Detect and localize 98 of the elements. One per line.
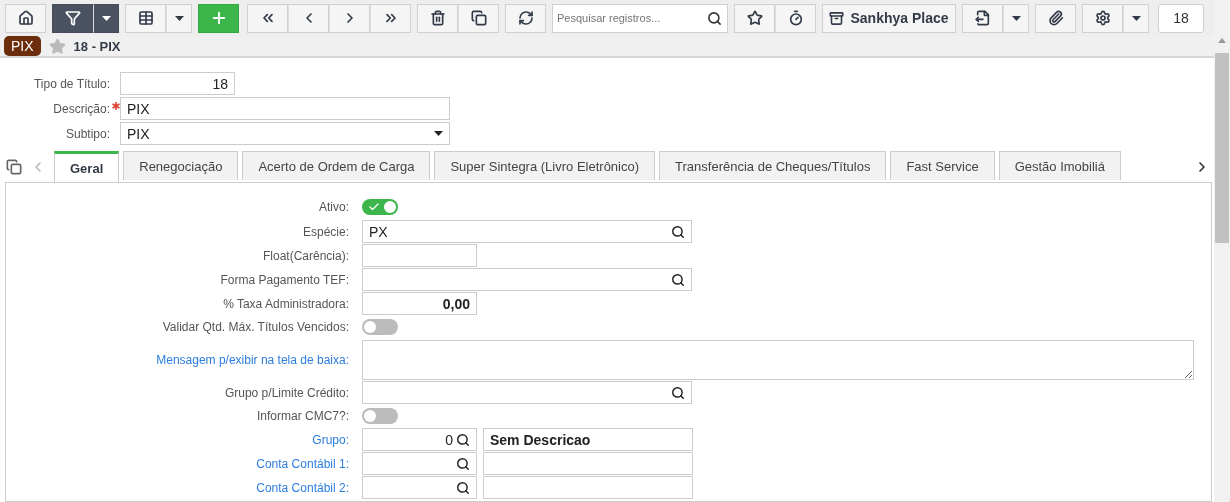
tab[interactable]: Geral	[54, 151, 120, 182]
settings-menu-button[interactable]	[1123, 3, 1149, 33]
duplicate-button[interactable]	[458, 3, 499, 33]
field-label: Informar CMC7?:	[255, 409, 349, 423]
field-value: PIX	[127, 100, 150, 117]
caret-icon	[1011, 15, 1021, 21]
settings-icon	[1094, 10, 1111, 26]
settings-button[interactable]	[1082, 3, 1123, 33]
add-button[interactable]	[198, 3, 239, 33]
field-label: % Taxa Administradora:	[222, 296, 349, 311]
field-label: Descrição:	[0, 101, 120, 116]
search-field[interactable]: Pesquisar registros...	[552, 3, 728, 33]
filter-menu-button[interactable]	[93, 3, 119, 33]
trash-icon	[429, 10, 446, 26]
next-record-button[interactable]	[329, 3, 370, 33]
code-field[interactable]	[362, 476, 477, 499]
field-value: PX	[369, 223, 388, 240]
search-icon	[671, 224, 685, 239]
filter-icon	[64, 10, 81, 26]
search-icon	[456, 456, 470, 471]
tab[interactable]: Acerto de Ordem de Carga	[242, 151, 431, 180]
caret-icon	[174, 15, 184, 21]
lookup-field[interactable]: PX	[362, 220, 692, 243]
home-button[interactable]	[5, 3, 46, 33]
delete-button[interactable]	[417, 3, 458, 33]
code-field[interactable]	[362, 452, 477, 475]
grid-view-button[interactable]	[125, 3, 166, 33]
field-value: 18	[212, 75, 228, 92]
caret-icon	[101, 15, 111, 21]
tab[interactable]: Super Sintegra (Livro Eletrônico)	[434, 151, 656, 180]
search-icon	[707, 10, 722, 26]
field-label: Float(Carência):	[261, 248, 349, 263]
input-field[interactable]: PIX	[120, 97, 450, 120]
caret-icon	[434, 131, 443, 136]
refresh-button[interactable]	[505, 3, 546, 33]
field-value: 0	[445, 431, 453, 448]
copy-icon[interactable]	[6, 158, 22, 175]
filter-button[interactable]	[52, 3, 93, 33]
timer-button[interactable]	[775, 3, 816, 33]
search-icon	[456, 480, 470, 495]
input-field[interactable]	[362, 244, 477, 267]
number-field[interactable]: 0,00	[362, 292, 477, 315]
field-label: Grupo p/Limite Crédito:	[223, 385, 349, 400]
place-button[interactable]: Sankhya Place	[822, 3, 956, 33]
required-asterisk-icon	[112, 101, 120, 110]
star-icon	[746, 10, 763, 26]
field-label: Tipo de Título:	[32, 76, 111, 91]
favorites-button[interactable]	[734, 3, 775, 33]
home-icon	[17, 10, 34, 26]
field-value: Sem Descricao	[490, 431, 591, 448]
field-link-label[interactable]: Mensagem p/exibir na tela de baixa:	[6, 352, 349, 367]
field-value: PIX	[127, 125, 150, 142]
record-count: 18	[1158, 3, 1204, 33]
toggle-switch[interactable]	[362, 199, 398, 215]
scrollbar-thumb[interactable]	[1215, 53, 1229, 243]
field-label: Espécie:	[301, 224, 349, 239]
copy-icon	[470, 10, 487, 26]
previous-record-button[interactable]	[288, 3, 329, 33]
field-label: Subtipo:	[64, 126, 111, 141]
refresh-icon	[517, 10, 534, 26]
select-field[interactable]: PIX	[120, 122, 450, 145]
search-icon	[456, 432, 470, 447]
search-icon	[671, 272, 685, 287]
view-menu-button[interactable]	[166, 3, 192, 33]
tab[interactable]: Renegociação	[123, 151, 239, 180]
field-value: 0,00	[442, 295, 470, 312]
archive-icon	[829, 10, 845, 26]
first-record-button[interactable]	[247, 3, 288, 33]
lookup-field[interactable]	[362, 381, 692, 404]
field-label: Validar Qtd. Máx. Títulos Vencidos:	[161, 320, 349, 334]
last-record-button[interactable]	[370, 3, 411, 33]
record-title: 18 - PIX	[73, 38, 121, 54]
file-export-icon	[974, 10, 991, 26]
code-field[interactable]: 0	[362, 428, 477, 451]
field-label: Ativo:	[318, 200, 349, 214]
check-icon	[368, 201, 380, 213]
number-field[interactable]: 18	[120, 72, 235, 95]
tab[interactable]: Fast Service	[890, 151, 995, 180]
export-menu-button[interactable]	[1003, 3, 1029, 33]
field-link-label[interactable]: Conta Contábil 1:	[6, 456, 349, 471]
table-icon	[137, 10, 154, 26]
lookup-field[interactable]	[362, 268, 692, 291]
field-link-label[interactable]: Conta Contábil 2:	[6, 480, 349, 495]
search-icon	[671, 385, 685, 400]
tab[interactable]: Gestão Imobiliá	[998, 151, 1121, 180]
stopwatch-icon	[787, 10, 804, 26]
caret-icon	[1131, 15, 1141, 21]
tab[interactable]: Transferência de Cheques/Títulos	[659, 151, 887, 180]
favorite-star-icon[interactable]	[48, 37, 66, 55]
export-button[interactable]	[962, 3, 1003, 33]
field-link-label[interactable]: Grupo:	[6, 432, 349, 447]
toggle-switch[interactable]	[362, 319, 398, 335]
screen-badge: PIX	[4, 36, 41, 56]
paperclip-icon	[1047, 10, 1064, 26]
attach-button[interactable]	[1035, 3, 1076, 33]
field-label: Forma Pagamento TEF:	[219, 272, 349, 287]
scroll-up-icon[interactable]	[1218, 38, 1226, 43]
toggle-switch[interactable]	[362, 408, 398, 424]
